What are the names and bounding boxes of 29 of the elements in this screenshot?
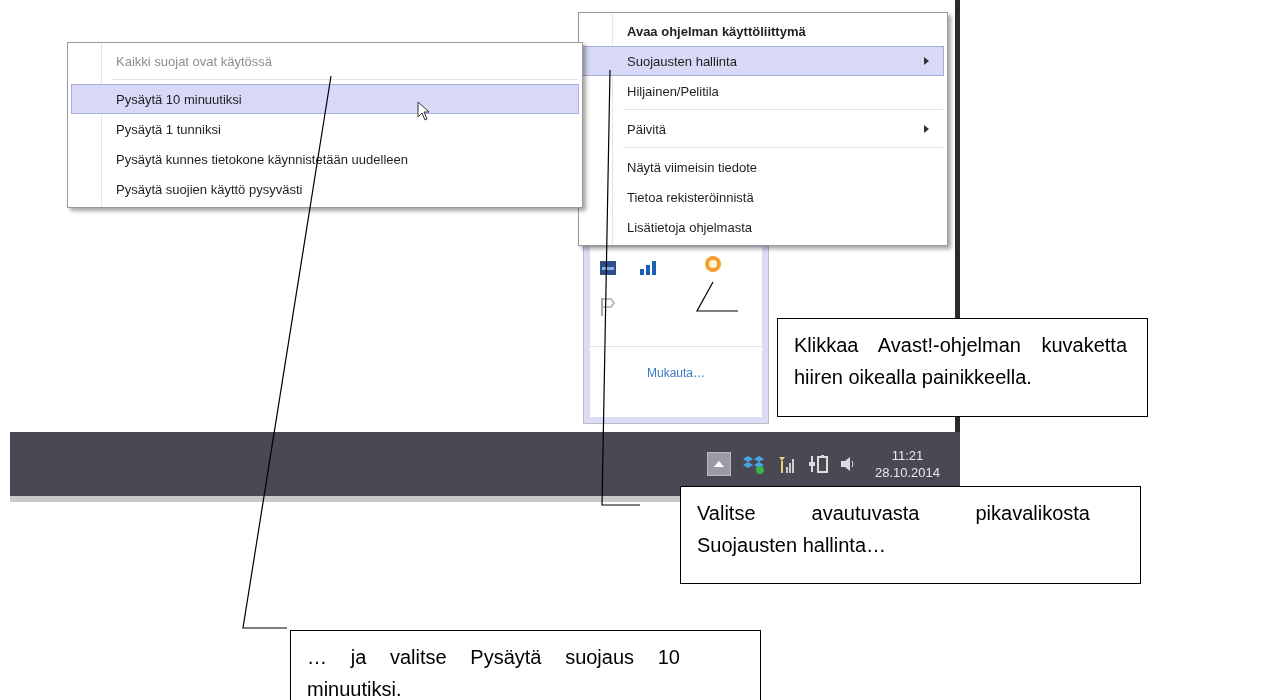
callout-text: Klikkaa Avast!-ohjelman kuvaketta hiiren oikealla painikkeella. xyxy=(777,318,1148,417)
avast-icon xyxy=(704,255,722,273)
menu-item[interactable]: Tietoa rekisteröinnistä xyxy=(582,182,944,212)
show-hidden-icons-button[interactable] xyxy=(706,452,731,476)
menu-item[interactable]: Avaa ohjelman käyttöliittymä xyxy=(582,16,944,46)
menu-item[interactable]: Pysäytä suojien käyttö pysyvästi xyxy=(71,174,579,204)
power-icon[interactable] xyxy=(808,454,829,474)
callout-text: … ja valitse Pysäytä suojaus 10 minuutiksi. xyxy=(290,630,761,700)
box-icon[interactable] xyxy=(742,454,765,474)
menu-item[interactable]: Hiljainen/Pelitila xyxy=(582,76,944,114)
menu-item[interactable]: Suojausten hallinta xyxy=(582,46,944,76)
menu-item[interactable]: Päivitä xyxy=(582,114,944,152)
clock-date[interactable]: 28.10.2014 xyxy=(874,464,940,481)
caret-icon xyxy=(713,461,724,467)
customize-link[interactable]: Mukauta… xyxy=(584,366,768,380)
speaker-icon[interactable] xyxy=(840,456,855,472)
menu-item[interactable]: Pysäytä 1 tunniksi xyxy=(71,114,579,144)
cursor-icon xyxy=(417,101,431,121)
menu-item[interactable]: Pysäytä 10 minuutiksi xyxy=(71,84,579,114)
submenu-arrow-icon xyxy=(924,125,929,133)
flag-icon xyxy=(600,297,616,317)
menu-item[interactable]: Näytä viimeisin tiedote xyxy=(582,152,944,182)
signal-icon[interactable] xyxy=(776,455,797,473)
callout-text: Valitse avautuvasta pikavalikosta Suojausten hallinta… xyxy=(680,486,1141,584)
clock-time[interactable]: 11:21 xyxy=(891,447,924,464)
submenu-arrow-icon xyxy=(924,57,929,65)
leader-line xyxy=(696,281,739,312)
menu-item[interactable]: Lisätietoja ohjelmasta xyxy=(582,212,944,242)
bars-icon xyxy=(640,261,656,275)
